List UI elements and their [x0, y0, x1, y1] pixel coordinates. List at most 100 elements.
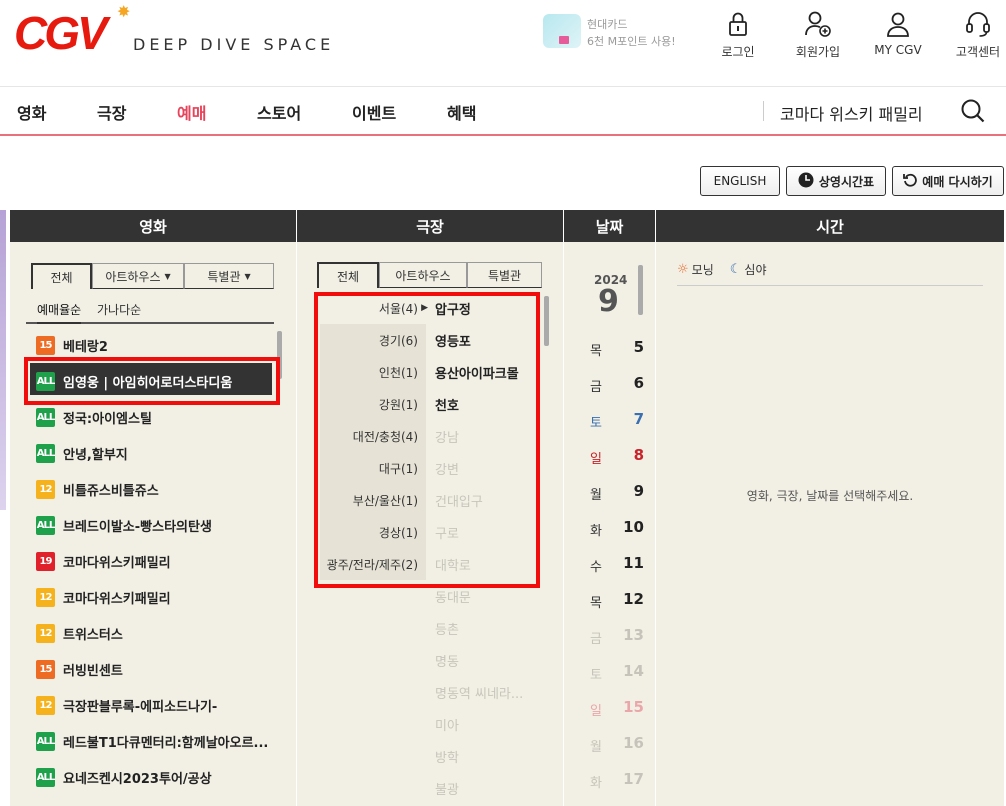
day-number: 15: [623, 698, 644, 716]
movie-title: 코마다위스키패밀리: [63, 591, 171, 607]
theater-item[interactable]: 등촌: [435, 619, 459, 638]
date-item[interactable]: 월 16: [564, 733, 644, 757]
movie-title: 베테랑2: [63, 339, 108, 355]
customer-center-link[interactable]: 고객센터: [943, 8, 1006, 60]
date-item[interactable]: 토7: [564, 409, 644, 433]
date-item[interactable]: 금6: [564, 373, 644, 397]
movie-tab-arthouse[interactable]: 아트하우스 ▼: [92, 263, 184, 289]
date-item[interactable]: 토 14: [564, 661, 644, 685]
movie-item[interactable]: 12 트위스터스: [36, 621, 123, 645]
movie-item[interactable]: ALL 요네즈켄시2023투어/공상: [36, 765, 212, 789]
movie-tab-special[interactable]: 특별관 ▼: [184, 263, 274, 289]
nav-theater[interactable]: 극장: [97, 100, 126, 124]
sort-by-name[interactable]: 가나다순: [97, 301, 141, 318]
time-panel: 시간: [656, 210, 1004, 806]
add-user-icon: [783, 8, 853, 40]
rating-badge: ALL: [36, 731, 55, 751]
day-number: 8: [633, 446, 644, 464]
movie-panel-title: 영화: [10, 210, 296, 242]
logo-star-icon: ✸: [117, 2, 131, 21]
movie-item[interactable]: 12 비틀쥬스비틀쥬스: [36, 477, 159, 501]
movie-tab-all[interactable]: 전체: [31, 263, 92, 289]
theater-item[interactable]: 미아: [435, 715, 459, 734]
highlight-region-list: [314, 292, 540, 588]
side-banner-edge: [0, 210, 6, 510]
restart-label: 예매 다시하기: [922, 174, 993, 189]
date-item[interactable]: 목 12: [564, 589, 644, 613]
theater-list-scrollbar[interactable]: [544, 296, 549, 346]
restart-booking-button[interactable]: 예매 다시하기: [892, 166, 1004, 196]
rating-badge: ALL: [36, 767, 55, 787]
movie-item[interactable]: 12 극장판블루록-에피소드나기-: [36, 693, 217, 717]
refresh-icon: [903, 173, 918, 190]
date-item[interactable]: 화 17: [564, 769, 644, 793]
movie-item[interactable]: ALL 레드불T1다큐멘터리:함께날아오르...: [36, 729, 268, 753]
date-item[interactable]: 일8: [564, 445, 644, 469]
nav-benefits[interactable]: 혜택: [447, 100, 476, 124]
day-of-week: 월: [590, 488, 602, 503]
day-of-week: 목: [590, 344, 602, 359]
morning-label: 모닝: [691, 263, 714, 277]
movie-title: 비틀쥬스비틀쥬스: [63, 483, 159, 499]
date-item[interactable]: 금 13: [564, 625, 644, 649]
movie-item[interactable]: ALL 브레드이발소-빵스타의탄생: [36, 513, 212, 537]
movie-item[interactable]: ALL 안녕,할부지: [36, 441, 128, 465]
theater-tab-all[interactable]: 전체: [317, 262, 379, 288]
movie-title: 레드불T1다큐멘터리:함께날아오르...: [63, 735, 269, 751]
theater-item[interactable]: 불광: [435, 779, 459, 798]
movie-title: 정국:아이엠스틸: [63, 411, 152, 427]
movie-tabs: 전체 아트하우스 ▼ 특별관 ▼: [31, 263, 274, 289]
time-divider: [677, 285, 983, 286]
movie-item[interactable]: 19 코마다위스키패밀리: [36, 549, 171, 573]
movie-item[interactable]: 15 베테랑2: [36, 333, 108, 357]
nav-event[interactable]: 이벤트: [352, 100, 396, 124]
day-number: 11: [623, 554, 644, 572]
theater-item[interactable]: 방학: [435, 747, 459, 766]
mycgv-link[interactable]: MY CGV: [863, 8, 933, 57]
day-of-week: 금: [590, 632, 602, 647]
movie-item[interactable]: 15 러빙빈센트: [36, 657, 123, 681]
day-of-week: 일: [590, 452, 602, 467]
theater-item[interactable]: 명동: [435, 651, 459, 670]
day-of-week: 토: [590, 668, 602, 683]
date-item[interactable]: 월9: [564, 481, 644, 505]
day-of-week: 화: [590, 524, 602, 539]
date-list-scrollbar[interactable]: [638, 265, 643, 315]
promo-line1: 현대카드: [587, 18, 628, 31]
movie-sort: 예매율순 가나다순: [26, 298, 274, 324]
day-number: 16: [623, 734, 644, 752]
timetable-button[interactable]: 상영시간표: [786, 166, 886, 196]
day-number: 13: [623, 626, 644, 644]
rating-badge: 12: [36, 623, 55, 643]
signup-link[interactable]: 회원가입: [783, 8, 853, 60]
date-item[interactable]: 목5: [564, 337, 644, 361]
movie-item[interactable]: ALL 정국:아이엠스틸: [36, 405, 152, 429]
time-panel-title: 시간: [656, 210, 1004, 242]
english-button[interactable]: ENGLISH: [700, 166, 780, 196]
date-item[interactable]: 일 15: [564, 697, 644, 721]
day-of-week: 수: [590, 560, 602, 575]
day-number: 5: [633, 338, 644, 356]
nav-ticketing[interactable]: 예매: [177, 100, 206, 124]
date-item[interactable]: 화 10: [564, 517, 644, 541]
date-item[interactable]: 수 11: [564, 553, 644, 577]
nav-movie[interactable]: 영화: [17, 100, 46, 124]
theater-item[interactable]: 명동역 씨네라...: [435, 683, 523, 702]
movie-item[interactable]: 12 코마다위스키패밀리: [36, 585, 171, 609]
day-of-week: 토: [590, 416, 602, 431]
theater-panel-title: 극장: [297, 210, 563, 242]
day-of-week: 일: [590, 704, 602, 719]
theater-tab-arthouse[interactable]: 아트하우스: [379, 262, 467, 288]
login-link[interactable]: 로그인: [703, 8, 773, 60]
search-keyword[interactable]: 코마다 위스키 패밀리: [780, 101, 923, 125]
theater-tab-special[interactable]: 특별관: [467, 262, 542, 288]
search-icon[interactable]: [960, 98, 986, 128]
cgv-logo[interactable]: CGV: [14, 6, 108, 60]
sort-by-booking-rate[interactable]: 예매율순: [37, 301, 82, 324]
day-of-week: 월: [590, 740, 602, 755]
theater-item[interactable]: 동대문: [435, 587, 471, 606]
clock-icon: [798, 172, 814, 191]
month-label: 9: [598, 284, 619, 319]
nav-store[interactable]: 스토어: [257, 100, 301, 124]
main-nav: 영화 극장 예매 스토어 이벤트 혜택 코마다 위스키 패밀리: [0, 86, 1006, 136]
